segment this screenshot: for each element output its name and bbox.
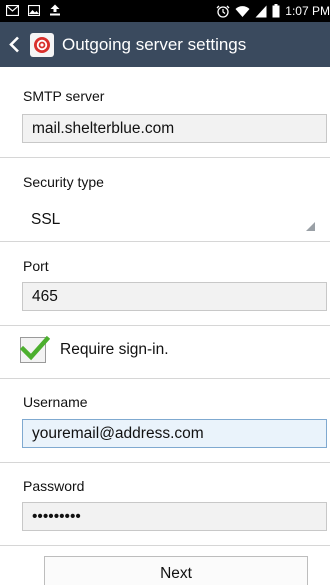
- alarm-icon: [216, 5, 230, 18]
- next-button[interactable]: Next: [44, 556, 308, 585]
- wifi-icon: [235, 5, 250, 17]
- upload-icon: [50, 4, 60, 16]
- port-field[interactable]: 465: [22, 282, 327, 311]
- require-signin-checkbox[interactable]: [20, 335, 50, 363]
- mail-icon: [6, 4, 19, 16]
- checkmark-icon: [20, 335, 50, 361]
- divider: [0, 157, 330, 158]
- smtp-server-field[interactable]: mail.shelterblue.com: [22, 114, 327, 143]
- action-bar: Outgoing server settings: [0, 22, 330, 67]
- signal-icon: [255, 5, 267, 17]
- status-bar: 1:07 PM: [0, 0, 330, 22]
- divider: [0, 325, 330, 326]
- chevron-left-icon: [8, 36, 19, 53]
- divider: [0, 241, 330, 242]
- username-label: Username: [23, 394, 88, 410]
- security-type-label: Security type: [23, 174, 104, 190]
- back-button[interactable]: [0, 22, 28, 67]
- mail-app-icon: [30, 32, 54, 57]
- require-signin-row[interactable]: Require sign-in.: [20, 334, 169, 366]
- divider: [0, 462, 330, 463]
- port-label: Port: [23, 258, 49, 274]
- dropdown-corner-icon: [306, 222, 315, 231]
- gallery-icon: [28, 4, 40, 16]
- password-field[interactable]: •••••••••: [22, 502, 327, 531]
- page-title: Outgoing server settings: [62, 34, 247, 54]
- username-field[interactable]: youremail@address.com: [22, 419, 327, 448]
- battery-icon: [272, 4, 280, 18]
- password-label: Password: [23, 478, 85, 494]
- security-type-value: SSL: [31, 211, 61, 228]
- divider: [0, 378, 330, 379]
- divider: [0, 545, 330, 546]
- smtp-server-label: SMTP server: [23, 88, 105, 104]
- security-type-select[interactable]: SSL: [22, 203, 327, 237]
- status-time: 1:07 PM: [285, 4, 330, 18]
- require-signin-label: Require sign-in.: [60, 341, 169, 358]
